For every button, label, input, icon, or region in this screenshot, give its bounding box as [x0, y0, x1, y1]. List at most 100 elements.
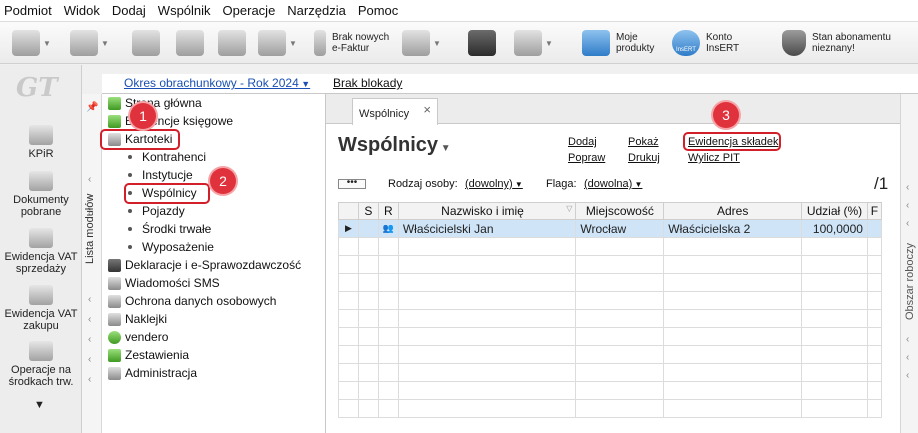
forward-button[interactable]: ▼ — [70, 27, 109, 59]
chevron-down-icon[interactable]: ▼ — [43, 39, 51, 48]
print-button[interactable]: ▼ — [402, 27, 441, 59]
flaga-label: Flaga: — [546, 178, 577, 190]
send-button[interactable]: ▼ — [12, 27, 51, 59]
module-rodo[interactable]: Ochrona danych osobowych — [108, 292, 276, 310]
kpir-icon — [29, 125, 53, 145]
work-area-tab[interactable]: ‹ ‹ ‹ Obszar roboczy ‹ ‹ ‹ — [900, 94, 918, 433]
chevron-down-icon[interactable]: ▼ — [101, 39, 109, 48]
menu-widok[interactable]: Widok — [64, 3, 100, 18]
efaktur-button[interactable]: Brak nowych e-Faktur — [314, 27, 398, 59]
more-options-button[interactable]: ••• — [338, 178, 366, 189]
module-vendero[interactable]: vendero — [108, 328, 168, 346]
shortcut-kpir[interactable]: KPiR — [0, 125, 82, 160]
sticker-icon — [108, 312, 121, 326]
pokaz-link[interactable]: Pokaż — [628, 136, 659, 148]
menu-dodaj[interactable]: Dodaj — [112, 3, 146, 18]
assets-icon — [29, 341, 53, 361]
bullet-icon — [128, 209, 132, 213]
more-shortcuts-icon[interactable]: ▼ — [34, 399, 45, 411]
edit-button[interactable] — [218, 27, 246, 59]
cell-f — [866, 219, 883, 238]
chevron-left-icon[interactable]: ‹ — [88, 314, 91, 325]
module-strona-glowna[interactable]: Strona główna — [108, 94, 202, 112]
table-row — [338, 237, 883, 256]
submodule-kontrahenci[interactable]: Kontrahenci — [128, 148, 206, 166]
menu-podmiot[interactable]: Podmiot — [4, 3, 52, 18]
submodule-pojazdy[interactable]: Pojazdy — [128, 202, 185, 220]
stamp-button[interactable] — [132, 27, 160, 59]
shortcut-dokumenty-pobrane[interactable]: Dokumenty pobrane — [0, 171, 82, 218]
menu-wspolnik[interactable]: Wspólnik — [158, 3, 211, 18]
chevron-left-icon[interactable]: ‹ — [88, 334, 91, 345]
box-icon — [468, 30, 496, 56]
subscription-button[interactable]: Stan abonamentu nieznany! — [782, 27, 904, 59]
row-indicator-header — [338, 202, 359, 220]
period-selector[interactable]: Okres obrachunkowy - Rok 2024 ▼ — [124, 76, 310, 90]
dodaj-link[interactable]: Dodaj — [568, 136, 597, 148]
page-title[interactable]: Wspólnicy ▼ — [338, 134, 451, 157]
column-r[interactable]: R — [377, 202, 399, 220]
chevron-left-icon[interactable]: ‹ — [906, 200, 909, 211]
chevron-left-icon[interactable]: ‹ — [88, 374, 91, 385]
column-f[interactable]: F — [866, 202, 883, 220]
module-deklaracje[interactable]: Deklaracje i e-Sprawozdawczość — [108, 256, 301, 274]
menu-operacje[interactable]: Operacje — [223, 3, 276, 18]
chevron-left-icon[interactable]: ‹ — [906, 182, 909, 193]
shortcut-vat-sprzedazy[interactable]: Ewidencja VAT sprzedaży — [0, 228, 82, 275]
chevron-left-icon[interactable]: ‹ — [906, 334, 909, 345]
vendero-icon — [108, 330, 121, 344]
column-s[interactable]: S — [357, 202, 379, 220]
help-icon — [258, 30, 286, 56]
submodule-srodki-trwale[interactable]: Środki trwałe — [128, 220, 211, 238]
submodule-wyposazenie[interactable]: Wyposażenie — [128, 238, 214, 256]
rodzaj-select[interactable]: (dowolny) ▼ — [465, 178, 523, 190]
chevron-left-icon[interactable]: ‹ — [906, 370, 909, 381]
pin-icon[interactable]: 📌 — [86, 102, 98, 113]
popraw-link[interactable]: Popraw — [568, 152, 605, 164]
flaga-select[interactable]: (dowolna) ▼ — [584, 178, 642, 190]
coins-icon — [29, 228, 53, 248]
shortcut-srodki-trwale[interactable]: Operacje na środkach trw. — [0, 341, 82, 388]
drukuj-link[interactable]: Drukuj — [628, 152, 660, 164]
chevron-down-icon[interactable]: ▼ — [289, 39, 297, 48]
chevron-down-icon[interactable]: ▼ — [545, 39, 553, 48]
cloud-button[interactable]: ▼ — [514, 27, 553, 59]
chevron-left-icon[interactable]: ‹ — [88, 294, 91, 305]
module-zestawienia[interactable]: Zestawienia — [108, 346, 189, 364]
chevron-left-icon[interactable]: ‹ — [88, 174, 91, 185]
chevron-left-icon[interactable]: ‹ — [88, 354, 91, 365]
period-bar: Okres obrachunkowy - Rok 2024 ▼ Brak blo… — [102, 74, 918, 94]
chevron-down-icon: ▼ — [438, 143, 451, 154]
module-naklejki[interactable]: Naklejki — [108, 310, 167, 328]
chevron-left-icon[interactable]: ‹ — [906, 352, 909, 363]
submodule-instytucje[interactable]: Instytucje — [128, 166, 193, 184]
menu-pomoc[interactable]: Pomoc — [358, 3, 398, 18]
close-icon[interactable]: × — [423, 102, 431, 117]
column-adres[interactable]: Adres — [663, 202, 803, 220]
module-ewidencje[interactable]: Ewidencje księgowe — [108, 112, 233, 130]
chevron-left-icon[interactable]: ‹ — [906, 218, 909, 229]
box-button[interactable] — [468, 27, 496, 59]
filter-icon[interactable]: ▽ — [566, 204, 572, 213]
column-miejscowosc[interactable]: Miejscowość — [575, 202, 665, 220]
column-nazwisko[interactable]: Nazwisko i imię ▽ — [397, 202, 577, 220]
shortcut-vat-zakupu[interactable]: Ewidencja VAT zakupu — [0, 285, 82, 332]
konto-insert-button[interactable]: InsERT Konto InsERT — [672, 27, 746, 59]
block-status[interactable]: Brak blokady — [333, 76, 402, 90]
column-udzial[interactable]: Udział (%) — [801, 202, 868, 220]
table-header: S R Nazwisko i imię ▽ Miejscowość Adres U… — [338, 202, 883, 220]
help-button[interactable]: ▼ — [258, 27, 297, 59]
tab-wspolnicy[interactable]: Wspólnicy × — [352, 98, 438, 125]
module-administracja[interactable]: Administracja — [108, 364, 197, 382]
module-sms[interactable]: Wiadomości SMS — [108, 274, 220, 292]
module-list-tab[interactable]: 📌 ‹ ‹ ‹ Lista modułów ‹ ‹ ‹ ‹ ‹ — [82, 94, 102, 433]
table-row — [338, 309, 883, 328]
chevron-down-icon[interactable]: ▼ — [433, 39, 441, 48]
module-panel: Strona główna Ewidencje księgowe Kartote… — [100, 94, 326, 433]
moje-produkty-button[interactable]: Moje produkty — [582, 27, 660, 59]
menu-narzedzia[interactable]: Narzędzia — [287, 3, 346, 18]
shield-warning-icon — [782, 30, 806, 56]
wylicz-pit-link[interactable]: Wylicz PIT — [688, 152, 740, 164]
table-row[interactable]: ▶ 👥 Właścicielski Jan Wrocław Właściciel… — [338, 219, 883, 238]
eraser-button[interactable] — [176, 27, 204, 59]
